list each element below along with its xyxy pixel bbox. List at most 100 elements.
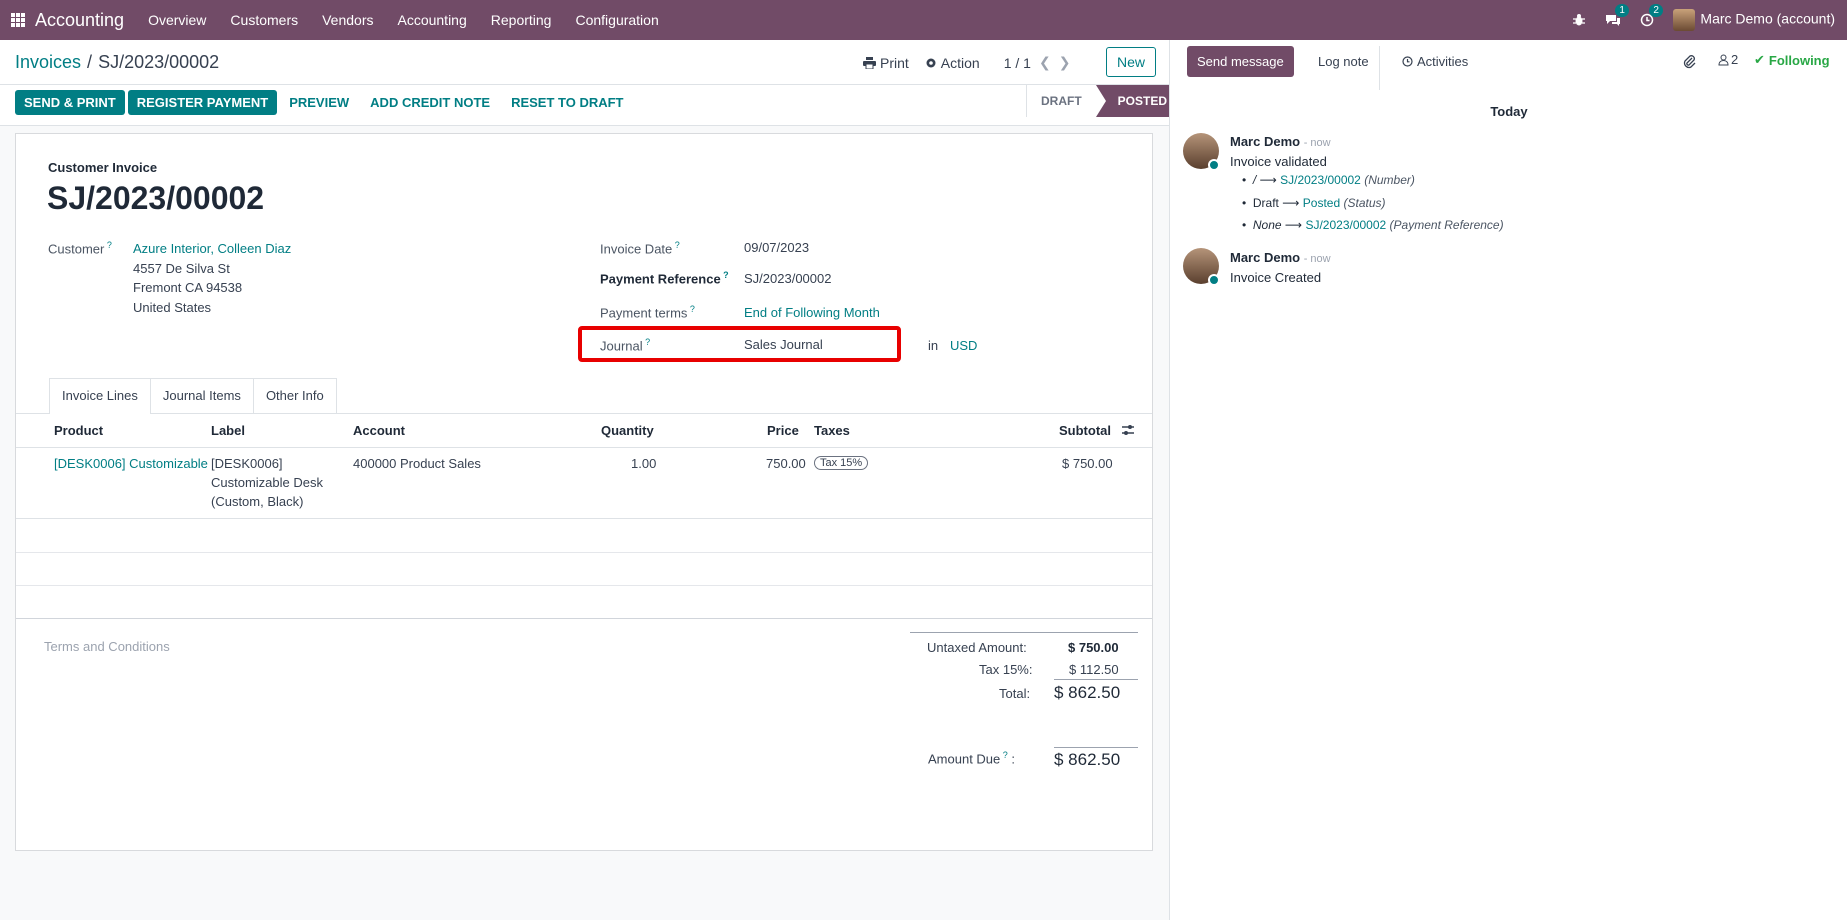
col-taxes[interactable]: Taxes bbox=[814, 423, 850, 438]
journal-label-text: Journal bbox=[600, 338, 643, 354]
message-header: Marc Demo - now bbox=[1230, 134, 1331, 149]
register-payment-button[interactable]: REGISTER PAYMENT bbox=[127, 90, 278, 115]
print-button[interactable]: Print bbox=[863, 55, 909, 71]
empty-row[interactable] bbox=[16, 520, 1152, 553]
user-menu[interactable]: Marc Demo (account) bbox=[1673, 9, 1835, 31]
empty-row[interactable] bbox=[16, 586, 1152, 619]
log-note-button[interactable]: Log note bbox=[1308, 46, 1380, 90]
help-icon[interactable]: ? bbox=[687, 304, 695, 314]
payment-reference-label-text: Payment Reference bbox=[600, 271, 721, 287]
breadcrumb: Invoices / SJ/2023/00002 bbox=[15, 52, 219, 73]
user-avatar bbox=[1673, 9, 1696, 31]
user-icon bbox=[1718, 54, 1729, 65]
menu-configuration[interactable]: Configuration bbox=[575, 12, 658, 28]
table-header: Product Label Account Quantity Price Tax… bbox=[16, 413, 1152, 448]
chat-icon[interactable]: 1 bbox=[1605, 4, 1629, 28]
tracking-new-value: Posted bbox=[1302, 196, 1341, 210]
action-button[interactable]: Action bbox=[925, 55, 980, 71]
help-icon[interactable]: ? bbox=[672, 240, 680, 250]
followers-button[interactable]: 2 bbox=[1718, 52, 1738, 67]
col-product[interactable]: Product bbox=[54, 423, 103, 438]
invoice-date-label: Invoice Date ? bbox=[600, 240, 680, 256]
payment-terms-label: Payment terms ? bbox=[600, 304, 695, 320]
journal-field[interactable]: Sales Journal bbox=[744, 337, 823, 352]
optional-columns-icon[interactable] bbox=[1121, 423, 1135, 437]
menu-accounting[interactable]: Accounting bbox=[397, 12, 466, 28]
invoice-type: Customer Invoice bbox=[48, 160, 158, 175]
menu-reporting[interactable]: Reporting bbox=[491, 12, 552, 28]
pager-value[interactable]: 1 / 1 bbox=[1004, 55, 1031, 71]
tab-invoice-lines[interactable]: Invoice Lines bbox=[49, 378, 151, 414]
col-account[interactable]: Account bbox=[353, 423, 405, 438]
help-icon[interactable]: ? bbox=[643, 337, 650, 347]
notebook-tabs: Invoice Lines Journal Items Other Info bbox=[49, 378, 337, 414]
arrow-right-icon: ⟶ bbox=[1284, 218, 1303, 232]
reset-to-draft-button[interactable]: RESET TO DRAFT bbox=[502, 90, 632, 115]
print-icon bbox=[863, 56, 876, 69]
help-icon[interactable]: ? bbox=[1000, 750, 1008, 760]
currency-field[interactable]: USD bbox=[950, 338, 977, 353]
activity-clock-icon[interactable]: 2 bbox=[1639, 4, 1663, 28]
activity-badge: 2 bbox=[1649, 4, 1663, 17]
preview-button[interactable]: PREVIEW bbox=[280, 90, 358, 115]
payment-terms-field[interactable]: End of Following Month bbox=[744, 305, 880, 320]
apps-grid-icon[interactable] bbox=[11, 13, 25, 27]
breadcrumb-invoices[interactable]: Invoices bbox=[15, 52, 81, 72]
empty-row[interactable] bbox=[16, 553, 1152, 586]
new-button[interactable]: New bbox=[1106, 47, 1157, 77]
terms-and-conditions[interactable]: Terms and Conditions bbox=[44, 639, 170, 654]
col-price[interactable]: Price bbox=[767, 423, 799, 438]
tab-journal-items[interactable]: Journal Items bbox=[149, 378, 254, 414]
message-header: Marc Demo - now bbox=[1230, 250, 1331, 265]
status-draft[interactable]: DRAFT bbox=[1026, 85, 1096, 117]
col-subtotal[interactable]: Subtotal bbox=[1059, 423, 1111, 438]
total-label: Total: bbox=[999, 686, 1031, 701]
add-credit-note-button[interactable]: ADD CREDIT NOTE bbox=[361, 90, 499, 115]
activities-button[interactable]: Activities bbox=[1392, 46, 1478, 77]
amount-due-label-text: Amount Due bbox=[928, 751, 1001, 767]
control-panel: Invoices / SJ/2023/00002 Print Action 1 / … bbox=[0, 40, 1182, 126]
send-print-button[interactable]: SEND & PRINT bbox=[15, 90, 125, 115]
breadcrumb-current: SJ/2023/00002 bbox=[98, 52, 220, 72]
tax-label: Tax 15%: bbox=[979, 662, 1033, 677]
row-price: 750.00 bbox=[766, 456, 806, 471]
attachment-paperclip-icon[interactable] bbox=[1682, 54, 1696, 69]
chat-badge: 1 bbox=[1615, 4, 1629, 17]
menu-overview[interactable]: Overview bbox=[148, 12, 206, 28]
payment-reference-field[interactable]: SJ/2023/00002 bbox=[744, 271, 831, 286]
row-subtotal: $ 750.00 bbox=[1062, 456, 1113, 471]
followers-count: 2 bbox=[1731, 52, 1739, 67]
tracking-field-name: (Number) bbox=[1364, 173, 1415, 187]
debug-bug-icon[interactable] bbox=[1571, 12, 1587, 28]
untaxed-value: $ 750.00 bbox=[1068, 640, 1119, 655]
payment-reference-label: Payment Reference ? bbox=[600, 270, 729, 286]
pager-next-icon[interactable]: ❯ bbox=[1059, 54, 1071, 71]
tab-other-info[interactable]: Other Info bbox=[252, 378, 337, 414]
help-icon[interactable]: ? bbox=[721, 270, 729, 280]
message-author[interactable]: Marc Demo bbox=[1230, 134, 1300, 149]
message-author[interactable]: Marc Demo bbox=[1230, 250, 1300, 265]
col-quantity[interactable]: Quantity bbox=[601, 423, 654, 438]
untaxed-label: Untaxed Amount: bbox=[927, 640, 1027, 655]
cp-divider bbox=[0, 84, 1169, 85]
menu-vendors[interactable]: Vendors bbox=[322, 12, 373, 28]
menu-customers[interactable]: Customers bbox=[230, 12, 298, 28]
customer-address-line2: Fremont CA 94538 bbox=[133, 280, 243, 295]
customer-label: Customer ? bbox=[48, 240, 112, 256]
pager-prev-icon[interactable]: ❮ bbox=[1039, 54, 1051, 71]
following-button[interactable]: ✔ Following bbox=[1754, 52, 1830, 68]
table-row[interactable]: [DESK0006] Customizable [DESK0006] Custo… bbox=[16, 449, 1152, 519]
row-product[interactable]: [DESK0006] Customizable bbox=[54, 456, 208, 471]
col-label[interactable]: Label bbox=[211, 423, 245, 438]
gear-icon bbox=[926, 58, 936, 67]
send-message-button[interactable]: Send message bbox=[1187, 46, 1294, 77]
print-label: Print bbox=[880, 54, 909, 71]
invoice-date-field[interactable]: 09/07/2023 bbox=[744, 240, 809, 255]
row-tax-badge: Tax 15% bbox=[814, 456, 869, 470]
row-label-line1: [DESK0006] bbox=[211, 456, 283, 471]
tax-value: $ 112.50 bbox=[1069, 662, 1119, 677]
app-brand[interactable]: Accounting bbox=[35, 10, 124, 31]
customer-name[interactable]: Azure Interior, Colleen Diaz bbox=[133, 241, 291, 256]
invoice-sheet: Customer Invoice SJ/2023/00002 Customer … bbox=[15, 133, 1153, 851]
help-icon[interactable]: ? bbox=[104, 240, 112, 250]
